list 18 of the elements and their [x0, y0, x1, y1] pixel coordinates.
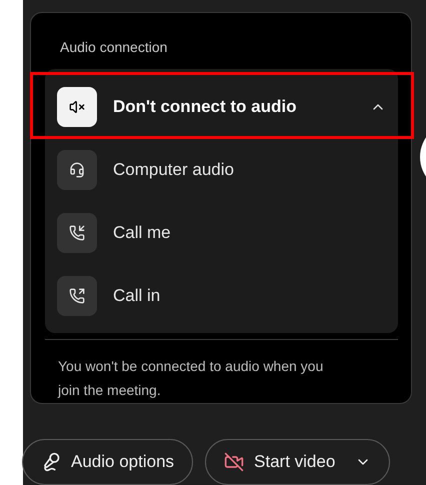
- option-label: Computer audio: [113, 158, 234, 181]
- audio-option[interactable]: Call in: [45, 264, 398, 327]
- headset-icon: [69, 162, 85, 178]
- start-video-button[interactable]: Start video: [205, 439, 390, 485]
- speaker-muted-icon: [69, 98, 85, 114]
- section-heading: Audio connection: [60, 38, 168, 57]
- option-label: Call me: [113, 222, 171, 244]
- phone-outgoing-icon: [69, 288, 85, 304]
- audio-option[interactable]: Call me: [45, 201, 398, 264]
- phone-incoming-icon: [69, 224, 85, 240]
- microphone-icon: [41, 452, 61, 472]
- option-label: Call in: [113, 284, 160, 307]
- audio-option[interactable]: Computer audio: [45, 138, 398, 201]
- audio-note: You won't be connected to audio when you join the meeting.: [58, 357, 324, 400]
- option-label: Don't connect to audio: [113, 96, 296, 118]
- audio-option[interactable]: Don't connect to audio: [45, 75, 398, 138]
- video-off-icon: [224, 452, 244, 472]
- audio-options-button[interactable]: Audio options: [22, 439, 194, 485]
